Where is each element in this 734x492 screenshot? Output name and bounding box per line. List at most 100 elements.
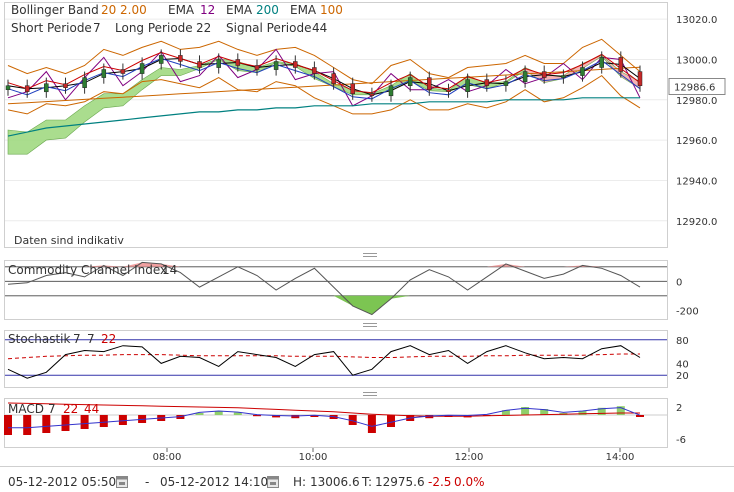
cci-title: Commodity Channel Index — [8, 263, 167, 277]
end-datetime: 05-12-2012 14:10 — [160, 475, 268, 489]
candle-body — [427, 77, 432, 90]
legend-signal-val: 44 — [312, 21, 327, 35]
macd-title: MACD — [8, 402, 44, 416]
candle-body — [235, 59, 241, 66]
price-indicator-lines — [7, 38, 641, 137]
legend-ema-val-2: 200 — [256, 3, 279, 17]
candle-body — [503, 81, 509, 86]
candle-body — [120, 69, 126, 74]
macd-tick-label: -6 — [676, 435, 686, 446]
macd-histogram-bar — [42, 415, 51, 433]
legend-short-val: 7 — [93, 21, 101, 35]
macd-histogram-bar — [118, 415, 127, 425]
macd-histogram-bar — [4, 415, 12, 435]
macd-tick-label: 2 — [676, 403, 682, 414]
stoch-p3: 22 — [101, 332, 116, 346]
macd-histogram-bar — [367, 415, 376, 433]
high-value: 13006.6 — [310, 475, 360, 489]
time-tick-label: 12:00 — [455, 452, 484, 463]
macd-series: 2 -6 — [4, 402, 686, 446]
data-notice: Daten sind indikativ — [14, 234, 124, 247]
panel-resize-handles[interactable] — [363, 253, 377, 396]
legend-ema-label-2: EMA — [226, 3, 253, 17]
legend-ema-val-3: 100 — [320, 3, 343, 17]
legend-ema-label-1: EMA — [168, 3, 195, 17]
candle-body — [293, 61, 298, 68]
legend-long-val: 22 — [196, 21, 211, 35]
resize-handle-1[interactable] — [363, 253, 377, 257]
candle-body — [541, 71, 547, 78]
cci-tick-label: -200 — [676, 306, 699, 317]
stoch-k-line — [7, 345, 641, 379]
candle-body — [407, 77, 413, 86]
stoch-tick-label: 80 — [676, 336, 689, 347]
chart-widget: 13020.0 13000.0 12980.0 12960.0 12940.0 12920… — [0, 0, 734, 492]
cci-oversold-fill — [8, 295, 640, 315]
candle-body — [63, 83, 68, 88]
candle-body — [446, 89, 451, 92]
start-calendar-icon[interactable] — [116, 476, 128, 488]
change-percent: 0.0% — [454, 475, 485, 489]
chart-canvas: 13020.0 13000.0 12980.0 12960.0 12940.0 12920… — [0, 2, 734, 489]
stoch-p2: 7 — [87, 332, 95, 346]
candle-body — [24, 85, 30, 92]
candle-body — [350, 83, 355, 95]
stoch-p1: 7 — [73, 332, 81, 346]
candle-body — [369, 93, 375, 96]
legend-long-label: Long Periode — [115, 21, 193, 35]
price-panel-frame — [4, 2, 668, 248]
candle-body — [5, 85, 11, 90]
time-tick-label: 10:00 — [299, 452, 328, 463]
price-tick-label: 12980.0 — [676, 96, 717, 107]
time-tick-label: 14:00 — [606, 452, 635, 463]
end-calendar-icon[interactable] — [267, 476, 279, 488]
macd-p3: 44 — [84, 402, 99, 416]
cci-period: 14 — [162, 263, 177, 277]
candle-body — [618, 57, 624, 72]
candle-body — [197, 61, 202, 68]
macd-p1: 7 — [48, 402, 56, 416]
macd-histogram-bar — [636, 415, 644, 417]
resize-handle-3[interactable] — [363, 392, 377, 396]
candle-body — [637, 71, 643, 86]
legend-bollinger-p1: 20 — [101, 3, 116, 17]
macd-histogram-bar — [61, 415, 70, 431]
price-tick-label: 12940.0 — [676, 177, 717, 188]
candle-body — [522, 71, 528, 82]
price-tick-label: 13000.0 — [676, 56, 717, 67]
start-datetime: 05-12-2012 05:50 — [8, 475, 116, 489]
legend-short-label: Short Periode — [11, 21, 92, 35]
time-x-axis: 08:00 10:00 12:00 14:00 — [153, 448, 635, 463]
macd-histogram-bar — [23, 415, 32, 435]
stoch-title: Stochastik — [8, 332, 71, 346]
candle-body — [388, 85, 394, 97]
cci-tick-label: 0 — [676, 277, 682, 288]
candle-body — [158, 55, 164, 64]
resize-handle-2[interactable] — [363, 323, 377, 327]
candle-body — [561, 75, 566, 78]
candle-body — [484, 79, 490, 86]
low-label: T: — [361, 475, 372, 489]
change-value: -2.5 — [428, 475, 451, 489]
macd-histogram-bar — [99, 415, 108, 427]
price-tick-label: 12960.0 — [676, 136, 717, 147]
price-y-axis: 13020.0 13000.0 12980.0 12960.0 12940.0 12920… — [668, 15, 726, 228]
stoch-tick-label: 40 — [676, 359, 689, 370]
footer-bar: 05-12-2012 05:50 - 05-12-2012 14:10 H: 1… — [8, 475, 485, 489]
candle-body — [580, 67, 585, 76]
candle-body — [139, 63, 145, 74]
legend-bollinger-p2: 2.00 — [120, 3, 147, 17]
legend-ema-label-3: EMA — [290, 3, 317, 17]
candle-body — [273, 61, 279, 70]
legend-ema-val-1: 12 — [200, 3, 215, 17]
stoch-tick-label: 20 — [676, 371, 689, 382]
candle-body — [44, 83, 49, 93]
low-value: 12975.6 — [375, 475, 425, 489]
price-tick-label: 12920.0 — [676, 217, 717, 228]
candle-body — [82, 77, 87, 88]
stoch-d-line — [7, 353, 640, 360]
last-value-label: 12986.6 — [674, 83, 715, 94]
candle-body — [178, 55, 183, 62]
high-label: H: — [293, 475, 306, 489]
legend-bollinger-label: Bollinger Band — [11, 3, 99, 17]
